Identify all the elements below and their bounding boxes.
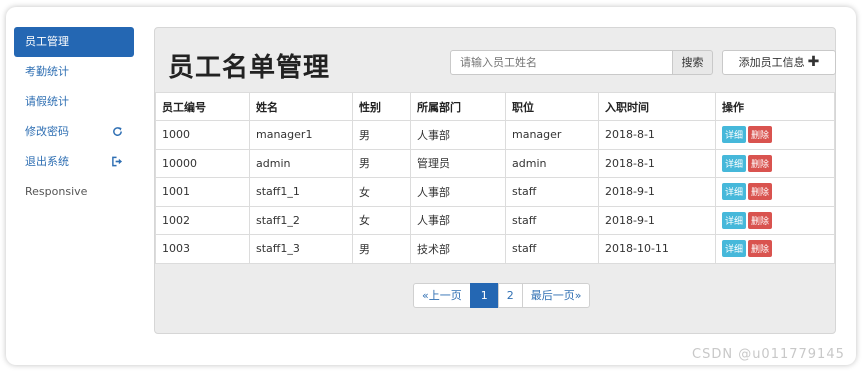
column-header: 性别 — [352, 92, 411, 121]
detail-button[interactable]: 详细 — [722, 183, 747, 201]
cell-gender: 男 — [352, 120, 411, 150]
refresh-icon — [112, 117, 123, 147]
detail-button[interactable]: 详细 — [722, 154, 747, 172]
sidebar-item-attendance-stats[interactable]: 考勤统计 — [14, 57, 134, 87]
search-input[interactable] — [450, 50, 674, 75]
sidebar-item-change-password[interactable]: 修改密码 — [14, 117, 134, 147]
page-link-1[interactable]: 1 — [469, 283, 499, 308]
cell-hire-date: 2018-10-11 — [598, 234, 716, 264]
sidebar-item-label: 请假统计 — [25, 95, 69, 108]
cell-actions: 详细 删除 — [715, 234, 835, 264]
cell-employee-id: 1003 — [155, 234, 250, 264]
cell-actions: 详细 删除 — [715, 148, 835, 178]
cell-hire-date: 2018-8-1 — [598, 148, 716, 178]
page-link-2[interactable]: 2 — [497, 283, 523, 308]
column-header: 操作 — [715, 92, 835, 121]
plus-icon: ✚ — [807, 54, 820, 70]
sidebar-item-label: 员工管理 — [25, 35, 69, 48]
cell-position: staff — [505, 177, 599, 207]
cell-employee-id: 1002 — [155, 205, 250, 235]
sidebar-item-label: 修改密码 — [25, 125, 69, 138]
cell-name: staff1_3 — [249, 234, 353, 264]
sidebar-item-leave-stats[interactable]: 请假统计 — [14, 87, 134, 117]
detail-button[interactable]: 详细 — [722, 211, 747, 229]
cell-gender: 女 — [352, 177, 411, 207]
add-employee-label: 添加员工信息 — [738, 56, 805, 69]
cell-employee-id: 1001 — [155, 177, 250, 207]
cell-department: 人事部 — [410, 205, 506, 235]
cell-name: manager1 — [249, 120, 353, 150]
cell-actions: 详细 删除 — [715, 205, 835, 235]
cell-actions: 详细 删除 — [715, 120, 835, 150]
employee-table: 员工编号 姓名 性别 所属部门 职位 入职时间 操作 1000 manager1… — [155, 92, 835, 264]
column-header: 入职时间 — [598, 92, 716, 121]
column-header: 姓名 — [249, 92, 353, 121]
detail-button[interactable]: 详细 — [722, 240, 747, 258]
cell-employee-id: 10000 — [155, 148, 250, 178]
add-employee-button[interactable]: 添加员工信息 ✚ — [722, 50, 836, 75]
cell-position: admin — [505, 148, 599, 178]
table-row: 1000 manager1 男 人事部 manager 2018-8-1 详细删… — [155, 120, 835, 150]
table-row: 1003 staff1_3 男 技术部 staff 2018-10-11 详细删… — [155, 234, 835, 264]
cell-gender: 男 — [352, 234, 411, 264]
cell-employee-id: 1000 — [155, 120, 250, 150]
delete-button[interactable]: 删除 — [748, 183, 773, 201]
sidebar-item-label: 退出系统 — [25, 155, 69, 168]
cell-department: 人事部 — [410, 177, 506, 207]
sidebar-item-logout[interactable]: 退出系统 — [14, 147, 134, 177]
pagination: «上一页 1 2 最后一页» — [413, 283, 591, 308]
cell-department: 管理员 — [410, 148, 506, 178]
prev-page-link[interactable]: «上一页 — [413, 283, 471, 308]
column-header: 职位 — [505, 92, 599, 121]
cell-department: 人事部 — [410, 120, 506, 150]
table-row: 1002 staff1_2 女 人事部 staff 2018-9-1 详细 删除 — [155, 205, 835, 235]
cell-gender: 男 — [352, 148, 411, 178]
sidebar: 员工管理 考勤统计 请假统计 修改密码 退出系统 Responsive — [14, 27, 134, 207]
cell-actions: 详细 删除 — [715, 177, 835, 207]
page-title: 员工名单管理 — [168, 53, 331, 83]
sidebar-item-employee-management[interactable]: 员工管理 — [14, 27, 134, 57]
watermark: CSDN @u011779145 — [692, 347, 845, 362]
cell-name: staff1_2 — [249, 205, 353, 235]
detail-button[interactable]: 详细 — [722, 126, 747, 144]
table-header-row: 员工编号 姓名 性别 所属部门 职位 入职时间 操作 — [155, 92, 835, 121]
last-page-link[interactable]: 最后一页» — [521, 283, 591, 308]
main-panel: 员工名单管理 搜索 添加员工信息✚ 员工编号 姓名 性别 所属部门 职位 入职时… — [154, 27, 836, 334]
table-row: 1001 staff1_1 女 人事部 staff 2018-9-1 详细 删除 — [155, 177, 835, 207]
cell-hire-date: 2018-9-1 — [598, 205, 716, 235]
cell-department: 技术部 — [410, 234, 506, 264]
column-header: 员工编号 — [155, 92, 250, 121]
cell-hire-date: 2018-8-1 — [598, 120, 716, 150]
cell-position: staff — [505, 234, 599, 264]
delete-button[interactable]: 删除 — [748, 154, 773, 172]
delete-button[interactable]: 删除 — [748, 126, 773, 144]
cell-gender: 女 — [352, 205, 411, 235]
search-button[interactable]: 搜索 — [672, 50, 713, 75]
logout-icon — [111, 147, 123, 177]
cell-name: staff1_1 — [249, 177, 353, 207]
table-row: 10000 admin 男 管理员 admin 2018-8-1 详细 删除 — [155, 148, 835, 178]
delete-button[interactable]: 删除 — [748, 211, 773, 229]
column-header: 所属部门 — [410, 92, 506, 121]
sidebar-item-label: 考勤统计 — [25, 65, 69, 78]
cell-position: staff — [505, 205, 599, 235]
cell-name: admin — [249, 148, 353, 178]
sidebar-item-responsive: Responsive — [14, 177, 134, 207]
cell-position: manager — [505, 120, 599, 150]
sidebar-item-label: Responsive — [25, 185, 88, 198]
delete-button[interactable]: 删除 — [748, 240, 773, 258]
cell-hire-date: 2018-9-1 — [598, 177, 716, 207]
